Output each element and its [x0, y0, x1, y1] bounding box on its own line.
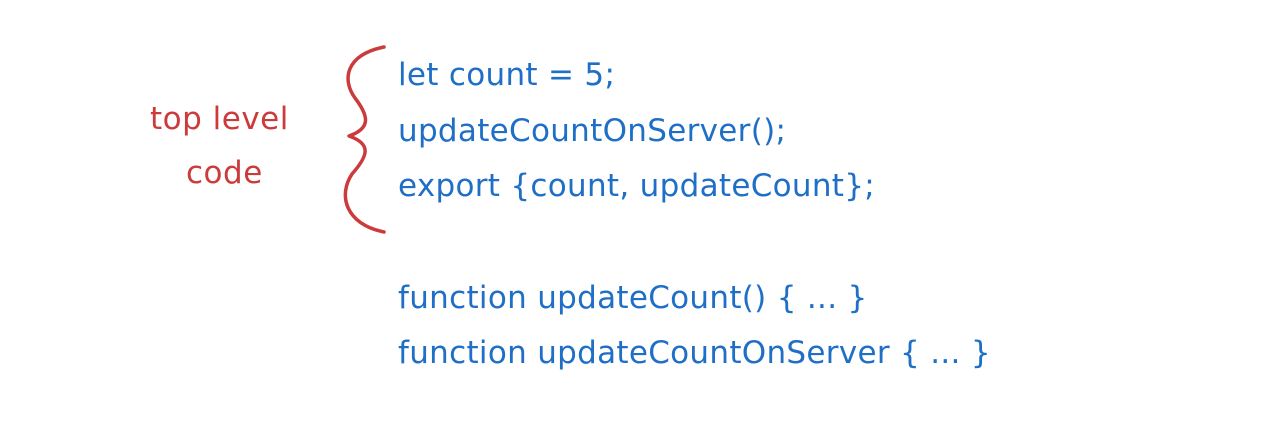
code-line-function-update-count: function updateCount() { ... }	[398, 280, 868, 316]
code-line-update-call: updateCountOnServer();	[398, 113, 787, 149]
code-line-function-update-server: function updateCountOnServer { ... }	[398, 335, 991, 371]
code-line-export: export {count, updateCount};	[398, 168, 876, 204]
code-line-let-count: let count = 5;	[398, 57, 616, 93]
